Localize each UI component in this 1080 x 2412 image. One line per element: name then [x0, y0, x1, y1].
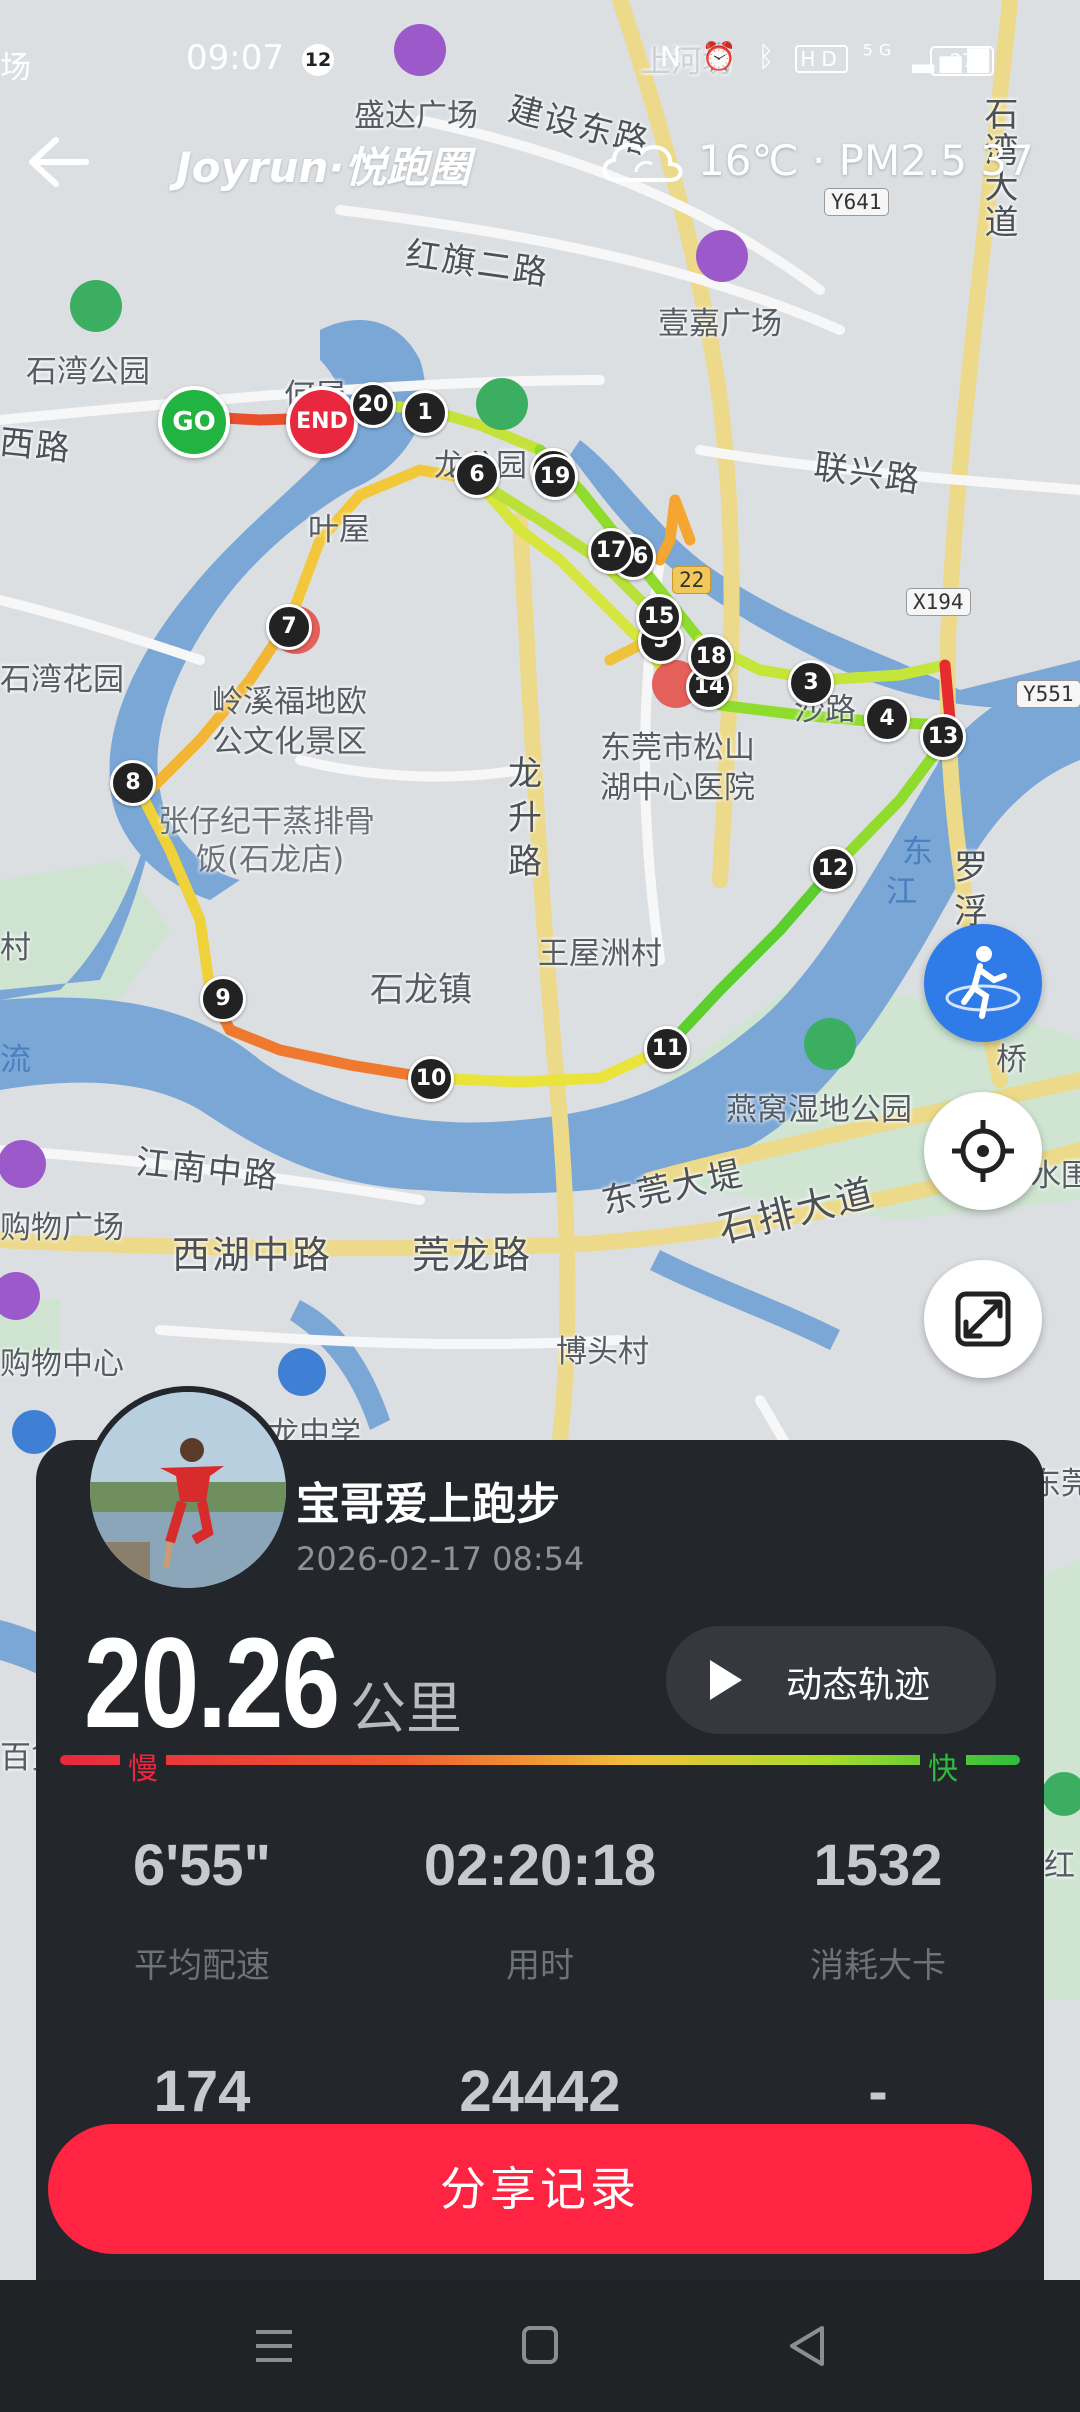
running-mode-button[interactable]	[924, 924, 1042, 1042]
map-label: 博头村	[556, 1334, 649, 1370]
km-marker: 17	[588, 528, 634, 574]
distance-unit: 公里	[350, 1677, 462, 1742]
km-marker: 1	[402, 390, 448, 436]
notification-badge: 12	[302, 44, 334, 76]
nfc-icon: N	[660, 40, 687, 73]
calories-label: 消耗大卡	[810, 1946, 946, 1986]
stat-value-6: -	[868, 2059, 888, 2124]
map-label: 罗	[954, 848, 990, 888]
pace-color-scale	[60, 1755, 1020, 1765]
road-badge: 22	[672, 566, 712, 594]
end-marker: END	[286, 386, 358, 458]
locate-button[interactable]	[924, 1092, 1042, 1210]
map-label: 莞龙路	[412, 1233, 533, 1277]
start-marker: GO	[158, 386, 230, 458]
map-label: 壹嘉广场	[658, 306, 782, 342]
map-label: 石湾公园	[26, 354, 150, 390]
km-marker: 11	[644, 1026, 690, 1072]
map-label: 路	[508, 842, 544, 882]
map-label: 红	[1044, 1848, 1075, 1884]
map-label: 湖中心医院	[600, 770, 755, 806]
status-bar: 09:07 12 N ⏰ ᛒ HD 5G ▂▄▆ 27	[0, 0, 1080, 120]
map-label: 升	[508, 798, 544, 838]
fullscreen-icon	[955, 1291, 1011, 1347]
app-logo: Joyrun·悦跑圈	[176, 143, 471, 192]
km-marker: 10	[408, 1056, 454, 1102]
stat-value-5: 24442	[459, 2059, 621, 2124]
status-time: 09:07	[186, 38, 284, 78]
share-record-button[interactable]: 分享记录	[48, 2124, 1032, 2254]
map-label: 流	[0, 1042, 31, 1078]
back-icon[interactable]	[746, 2280, 866, 2412]
map-label: 东	[902, 834, 933, 870]
play-icon	[710, 1660, 742, 1700]
km-marker: 19	[532, 454, 578, 500]
replay-track-button[interactable]: 动态轨迹	[666, 1626, 996, 1734]
replay-track-label: 动态轨迹	[786, 1665, 931, 1706]
map-label: 王屋洲村	[538, 936, 662, 972]
km-marker: 20	[350, 382, 396, 428]
map-label: 村	[0, 930, 31, 966]
calories-value: 1532	[813, 1833, 943, 1898]
map-label: 石龙镇	[370, 970, 472, 1010]
duration-value: 02:20:18	[423, 1833, 657, 1898]
home-icon[interactable]	[480, 2280, 600, 2412]
back-arrow-icon[interactable]	[22, 132, 92, 192]
running-figure-icon	[945, 946, 1021, 1019]
alarm-icon: ⏰	[701, 40, 743, 73]
locate-icon	[952, 1120, 1014, 1182]
road-badge: Y641	[824, 188, 889, 216]
km-marker: 9	[200, 976, 246, 1022]
map-label: 西路	[0, 422, 74, 470]
road-badge: X194	[906, 588, 971, 616]
bluetooth-icon: ᛒ	[757, 40, 781, 73]
road-badge: Y551	[1016, 680, 1080, 708]
map-label: 购物中心	[0, 1346, 124, 1382]
km-marker: 18	[688, 634, 734, 680]
cloudy-weather-icon	[602, 143, 683, 182]
map-label: 西湖中路	[172, 1233, 333, 1277]
menu-icon[interactable]	[214, 2280, 334, 2412]
km-marker: 12	[810, 846, 856, 892]
pace-fast-label: 快	[920, 1744, 966, 1788]
km-marker: 3	[788, 660, 834, 706]
network-label: 5G	[862, 40, 898, 60]
system-nav-bar	[0, 2280, 1080, 2412]
map-label: 公文化景区	[212, 724, 367, 760]
map-label: 叶屋	[308, 512, 370, 548]
map-label: 石湾花园	[0, 662, 124, 698]
run-datetime: 2026-02-17 08:54	[296, 1540, 585, 1578]
stat-value-4: 174	[153, 2059, 251, 2124]
km-marker: 6	[454, 452, 500, 498]
avg-pace-label: 平均配速	[134, 1946, 270, 1986]
map-label: 龙	[508, 754, 544, 794]
km-marker: 13	[920, 714, 966, 760]
username: 宝哥爱上跑步	[296, 1479, 560, 1530]
map-label: 燕窝湿地公园	[726, 1092, 912, 1128]
distance-value: 20.26	[84, 1612, 340, 1755]
km-marker: 15	[636, 594, 682, 640]
avatar-photo	[90, 1392, 286, 1588]
map-label: 东莞市松山	[600, 730, 755, 766]
map-label: 饭(石龙店)	[196, 842, 345, 878]
avatar[interactable]	[84, 1386, 292, 1594]
map-label: 江	[886, 874, 917, 910]
pace-slow-label: 慢	[120, 1744, 166, 1788]
map-label: 购物广场	[0, 1210, 124, 1246]
km-marker: 7	[266, 604, 312, 650]
map-label: 岭溪福地欧	[212, 684, 367, 720]
battery-icon: 27	[930, 46, 994, 76]
duration-label: 用时	[506, 1946, 574, 1986]
km-marker: 8	[110, 760, 156, 806]
hd-icon: HD	[795, 45, 848, 73]
avg-pace-value: 6'55"	[132, 1833, 272, 1898]
fullscreen-button[interactable]	[924, 1260, 1042, 1378]
km-marker: 4	[864, 696, 910, 742]
weather-info: 16℃ · PM2.5 37	[698, 136, 1034, 185]
